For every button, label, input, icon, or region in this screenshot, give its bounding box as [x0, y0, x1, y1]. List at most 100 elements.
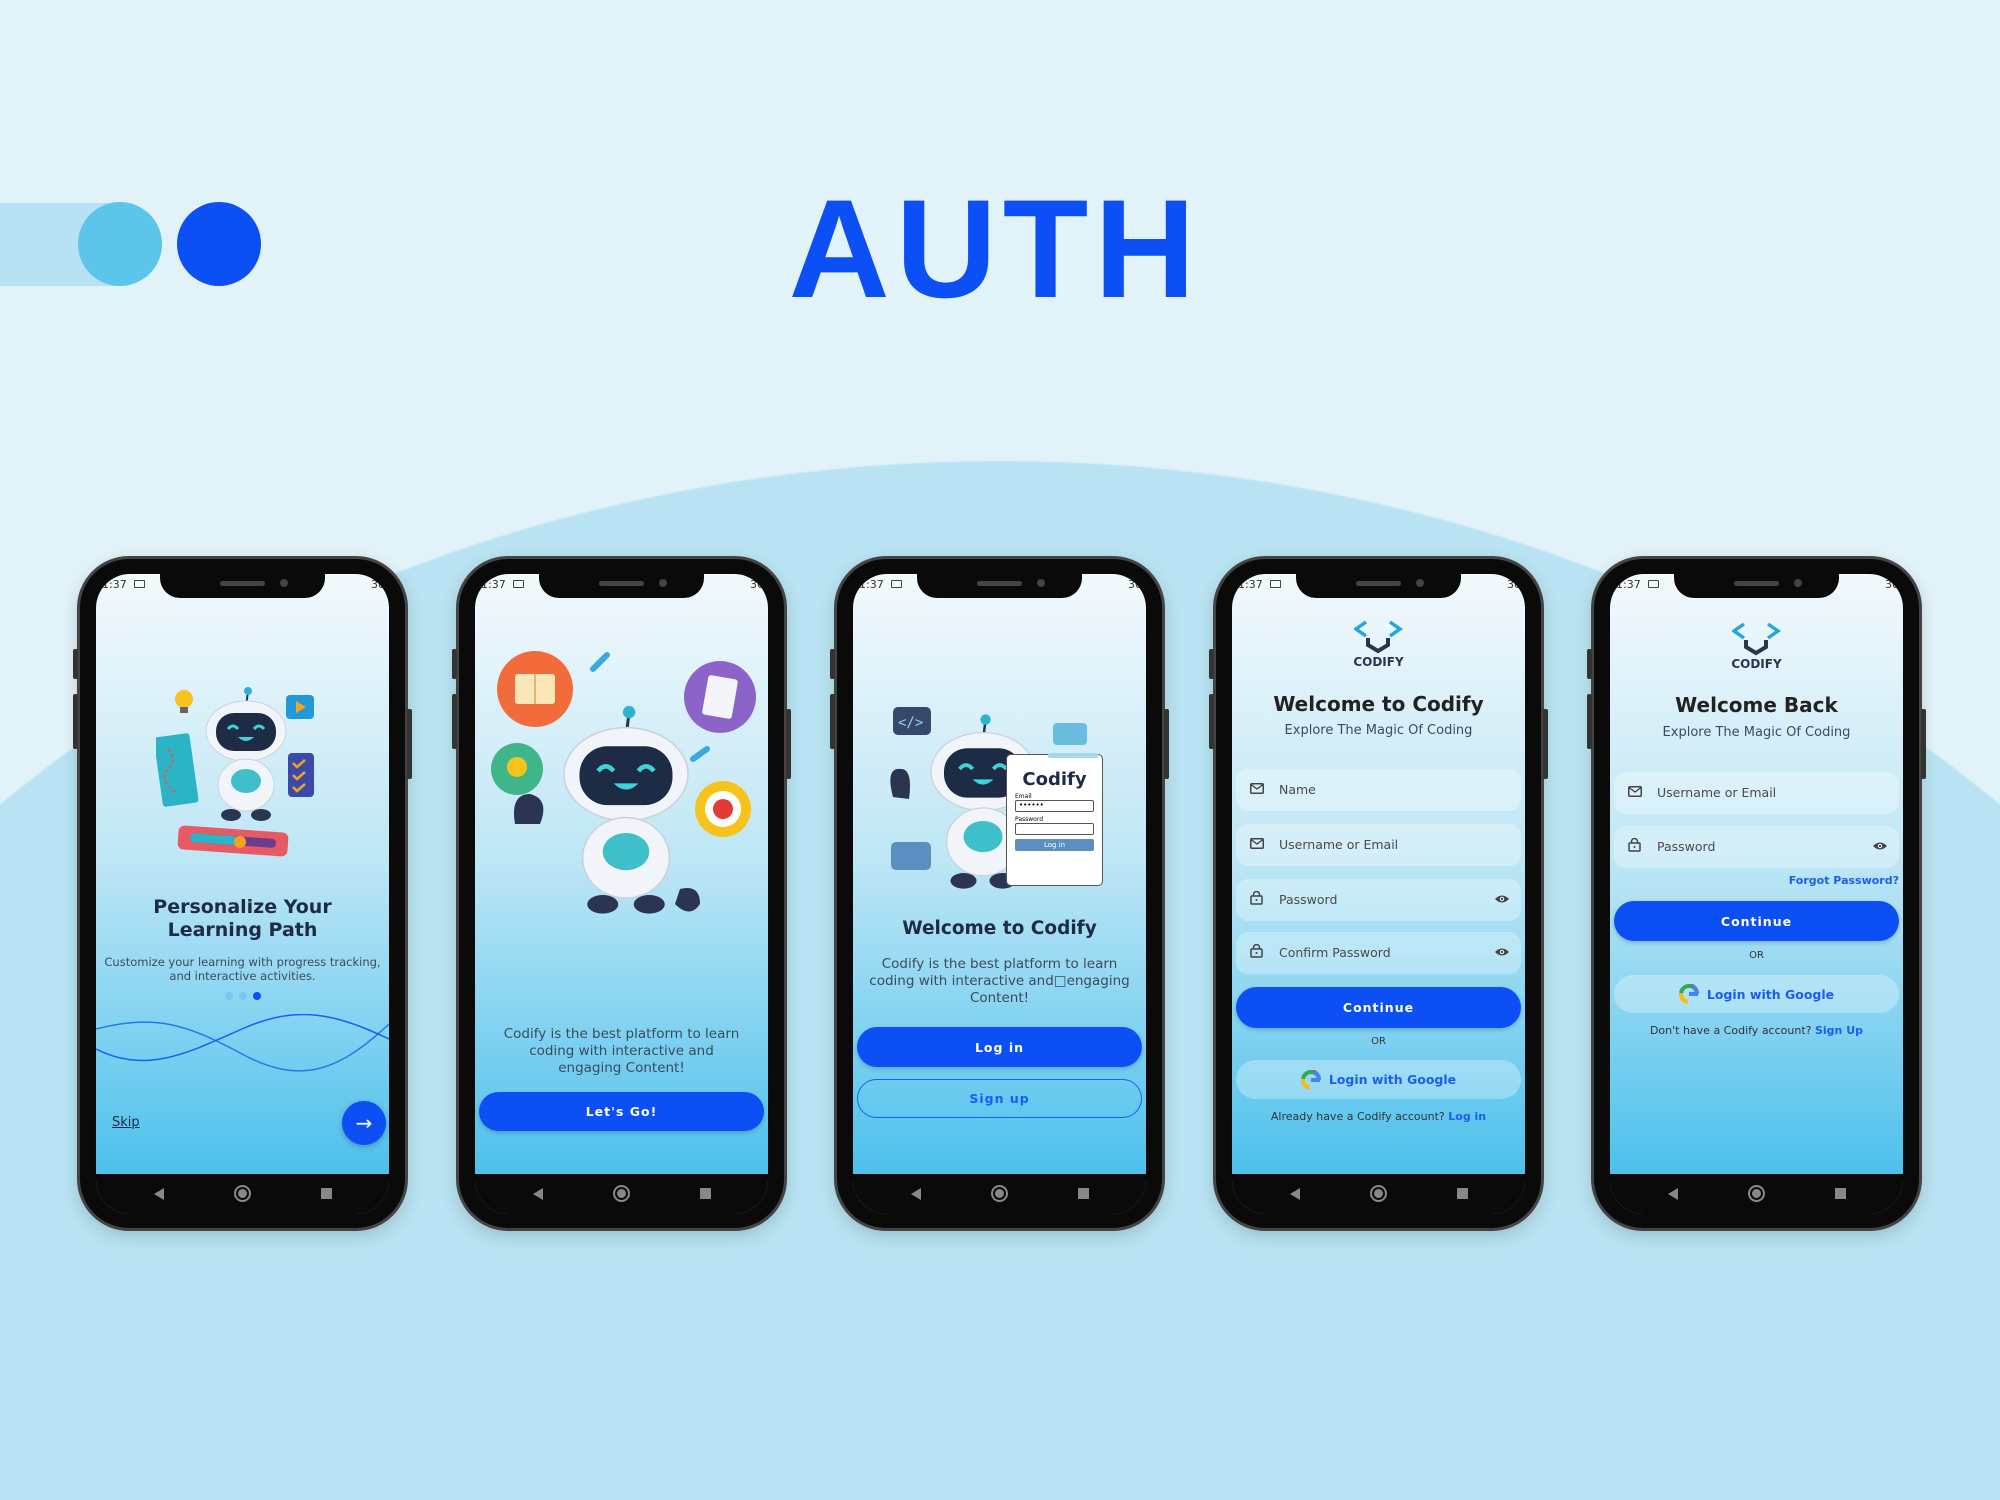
page-dot-active[interactable]	[252, 992, 261, 1000]
robot-illustration	[156, 685, 314, 857]
continue-button[interactable]: Continue	[1236, 987, 1521, 1028]
robot-illustration	[491, 651, 756, 949]
signup-footer: Already have a Codify account? Log in	[1270, 1110, 1487, 1123]
nav-bar	[853, 1174, 1146, 1214]
page-indicator	[96, 992, 389, 1000]
mail-icon	[1628, 786, 1642, 797]
notch	[539, 574, 704, 598]
status-battery: 30	[1885, 578, 1899, 591]
google-login-button[interactable]: Login with Google	[1614, 975, 1899, 1013]
phone-login: 1:37 30 CODIFY Welcome Back Explore The …	[1587, 556, 1926, 1231]
phone-intro: 1:37 30 Codify is the best platform to l…	[452, 556, 791, 1231]
continue-button[interactable]: Continue	[1614, 901, 1899, 941]
nav-bar	[1232, 1174, 1525, 1214]
login-title: Welcome Back	[1675, 693, 1838, 717]
page-title: AUTH	[788, 170, 1202, 327]
nav-bar	[96, 1174, 389, 1214]
status-battery: 30	[750, 578, 764, 591]
login-link[interactable]: Log in	[1448, 1110, 1486, 1123]
back-icon[interactable]	[1290, 1188, 1300, 1200]
status-battery: 30	[1507, 578, 1521, 591]
signup-link[interactable]: Sign Up	[1815, 1024, 1863, 1037]
recents-icon[interactable]	[1457, 1188, 1468, 1199]
recents-icon[interactable]	[1835, 1188, 1846, 1199]
lock-icon	[1628, 838, 1641, 852]
signup-screen: 1:37 30 CODIFY Welcome to Codify Explore…	[1232, 574, 1525, 1214]
home-icon[interactable]	[1370, 1185, 1387, 1202]
logo-text: CODIFY	[1353, 655, 1404, 669]
next-button[interactable]: →	[342, 1101, 386, 1145]
back-icon[interactable]	[154, 1188, 164, 1200]
status-battery: 30	[371, 578, 385, 591]
username-email-field[interactable]: Username or Email	[1236, 824, 1521, 866]
mail-icon	[1250, 783, 1264, 794]
status-time: 1:37	[859, 578, 884, 591]
eye-icon[interactable]	[1873, 841, 1887, 851]
login-card-illustration: Codify Email •••••• Password Log in	[1006, 754, 1103, 886]
or-divider: OR	[1749, 950, 1764, 961]
back-icon[interactable]	[533, 1188, 543, 1200]
phone-onboarding: 1:37 30 Personalize Your Learning Path C…	[73, 556, 412, 1231]
status-time: 1:37	[1238, 578, 1263, 591]
nav-bar	[475, 1174, 768, 1214]
notch	[1296, 574, 1461, 598]
back-icon[interactable]	[911, 1188, 921, 1200]
wave-decoration	[96, 1014, 389, 1072]
lets-go-button[interactable]: Let's Go!	[479, 1092, 764, 1131]
onboarding-screen: 1:37 30 Personalize Your Learning Path C…	[96, 574, 389, 1214]
status-time: 1:37	[1616, 578, 1641, 591]
intro-screen: 1:37 30 Codify is the best platform to l…	[475, 574, 768, 1214]
screen-icon	[134, 580, 145, 588]
confirm-password-field[interactable]: Confirm Password	[1236, 932, 1521, 974]
status-time: 1:37	[102, 578, 127, 591]
screen-icon	[1648, 580, 1659, 588]
home-icon[interactable]	[613, 1185, 630, 1202]
status-time: 1:37	[481, 578, 506, 591]
svg-text:</>: </>	[898, 715, 923, 731]
skip-link[interactable]: Skip	[112, 1115, 140, 1130]
welcome-screen: 1:37 30 </> Codify Email •••••• Password…	[853, 574, 1146, 1214]
onboarding-description: Customize your learning with progress tr…	[104, 955, 381, 983]
welcome-description: Codify is the best platform to learn cod…	[869, 956, 1130, 1006]
eye-icon[interactable]	[1495, 947, 1509, 957]
login-screen: 1:37 30 CODIFY Welcome Back Explore The …	[1610, 574, 1903, 1214]
username-email-field[interactable]: Username or Email	[1614, 772, 1899, 814]
signup-button[interactable]: Sign up	[857, 1079, 1142, 1118]
intro-description: Codify is the best platform to learn cod…	[503, 1026, 740, 1076]
phone-welcome: 1:37 30 </> Codify Email •••••• Password…	[830, 556, 1169, 1231]
page-dot[interactable]	[238, 992, 247, 1000]
name-field[interactable]: Name	[1236, 769, 1521, 811]
mail-icon	[1250, 838, 1264, 849]
codify-logo-icon	[1732, 622, 1780, 655]
codify-logo-icon	[1354, 620, 1402, 653]
status-battery: 30	[1128, 578, 1142, 591]
password-field[interactable]: Password	[1236, 879, 1521, 921]
screen-icon	[1270, 580, 1281, 588]
lock-icon	[1250, 891, 1263, 905]
recents-icon[interactable]	[700, 1188, 711, 1199]
screen-icon	[513, 580, 524, 588]
home-icon[interactable]	[991, 1185, 1008, 1202]
eye-icon[interactable]	[1495, 894, 1509, 904]
chat-bubble-icon	[1048, 723, 1098, 758]
forgot-password-link[interactable]: Forgot Password?	[1789, 874, 1899, 887]
home-icon[interactable]	[1748, 1185, 1765, 1202]
onboarding-title: Personalize Your Learning Path	[153, 896, 332, 941]
logo-text: CODIFY	[1731, 657, 1782, 671]
signup-subtitle: Explore The Magic Of Coding	[1284, 723, 1473, 738]
signup-title: Welcome to Codify	[1273, 692, 1484, 716]
login-footer: Don't have a Codify account? Sign Up	[1649, 1024, 1864, 1037]
back-icon[interactable]	[1668, 1188, 1678, 1200]
page-dot[interactable]	[224, 992, 233, 1000]
login-button[interactable]: Log in	[857, 1027, 1142, 1067]
home-icon[interactable]	[234, 1185, 251, 1202]
login-subtitle: Explore The Magic Of Coding	[1662, 725, 1851, 740]
google-login-button[interactable]: Login with Google	[1236, 1060, 1521, 1099]
phone-signup: 1:37 30 CODIFY Welcome to Codify Explore…	[1209, 556, 1548, 1231]
recents-icon[interactable]	[1078, 1188, 1089, 1199]
arrow-right-icon: →	[355, 1111, 373, 1135]
welcome-title: Welcome to Codify	[902, 918, 1097, 939]
google-icon	[1300, 1069, 1321, 1090]
recents-icon[interactable]	[321, 1188, 332, 1199]
password-field[interactable]: Password	[1614, 826, 1899, 868]
